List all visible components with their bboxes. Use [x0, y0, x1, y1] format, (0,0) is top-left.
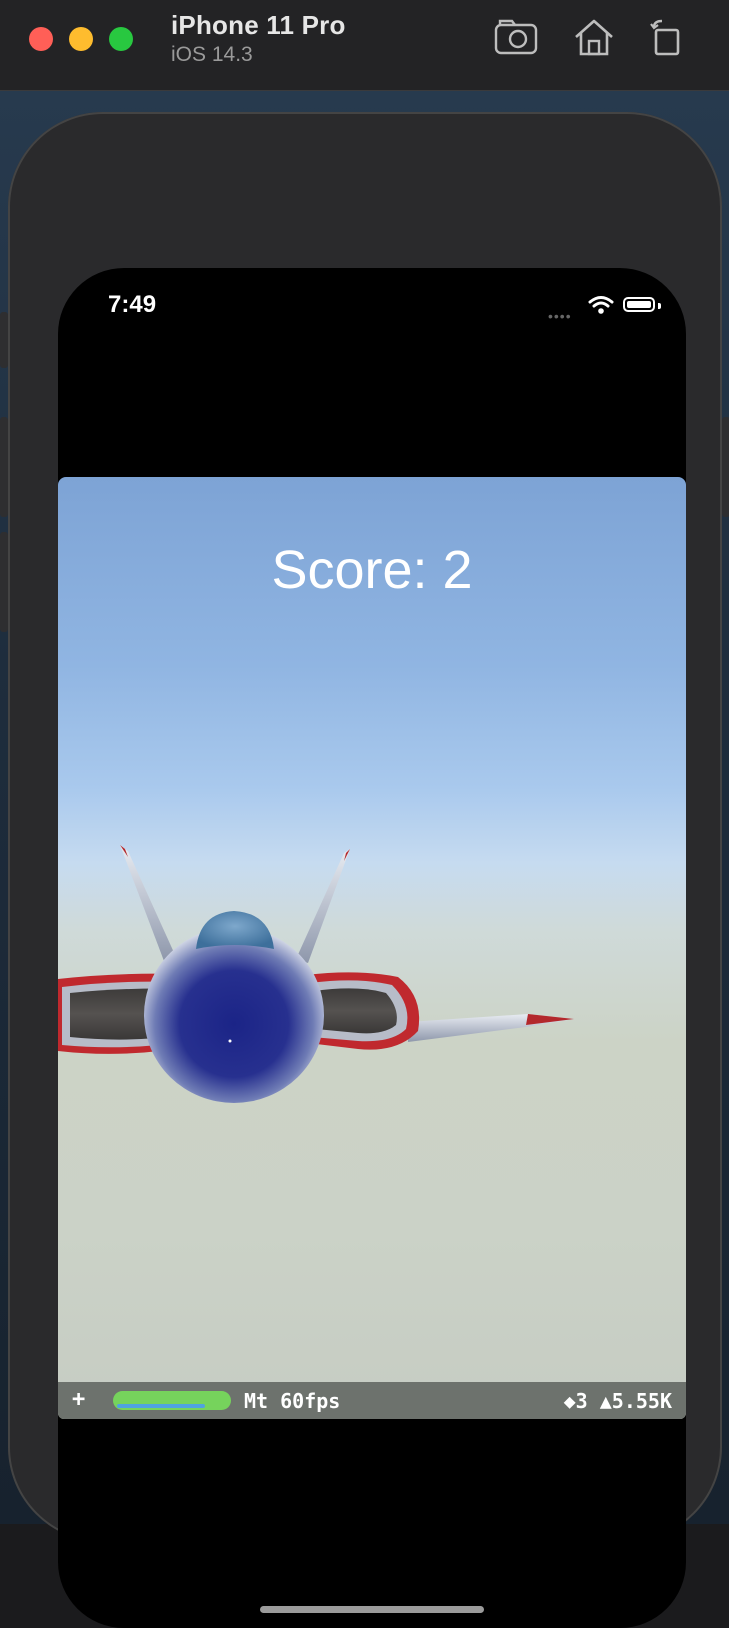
battery-icon — [623, 297, 655, 312]
battery-tip — [658, 303, 661, 309]
mute-switch[interactable] — [0, 312, 8, 368]
os-version: iOS 14.3 — [171, 43, 253, 66]
rotate-icon — [650, 19, 680, 56]
volume-down-button[interactable] — [0, 532, 8, 632]
wifi-icon — [588, 296, 614, 314]
notch — [198, 268, 548, 318]
phone-frame: 7:49 •••• Score: 2 + Mt 60fps ◆3 ▲5.55K — [0, 112, 729, 1628]
power-button[interactable] — [722, 417, 729, 517]
game-view[interactable]: Score: 2 + Mt 60fps ◆3 ▲5.55K — [58, 477, 686, 1419]
home-indicator[interactable] — [260, 1606, 484, 1613]
score-label: Score: 2 — [271, 540, 473, 600]
zoom-window-button[interactable] — [109, 27, 133, 51]
phone-screen: 7:49 •••• Score: 2 + Mt 60fps ◆3 ▲5.55K — [58, 268, 686, 1628]
screenshot-button[interactable] — [492, 14, 540, 62]
frame-time-bar — [113, 1391, 231, 1410]
performance-stats-bar: + Mt 60fps ◆3 ▲5.55K — [58, 1382, 686, 1419]
status-time: 7:49 — [108, 291, 157, 318]
signal-icon: •••• — [548, 308, 572, 324]
frame-time-sub-bar — [117, 1404, 205, 1408]
volume-up-button[interactable] — [0, 417, 8, 517]
simulator-title-bar: iPhone 11 Pro iOS 14.3 — [0, 0, 729, 91]
jet-aircraft — [58, 845, 574, 1103]
home-button[interactable] — [570, 14, 618, 62]
camera-icon — [494, 19, 538, 55]
rotate-button[interactable] — [642, 14, 690, 62]
fps-readout: Mt 60fps — [244, 1389, 341, 1413]
home-icon — [575, 19, 613, 56]
device-name: iPhone 11 Pro — [171, 10, 346, 40]
minimize-window-button[interactable] — [69, 27, 93, 51]
stats-expand-button[interactable]: + — [72, 1387, 85, 1412]
close-window-button[interactable] — [29, 27, 53, 51]
scene-counts: ◆3 ▲5.55K — [563, 1389, 672, 1413]
